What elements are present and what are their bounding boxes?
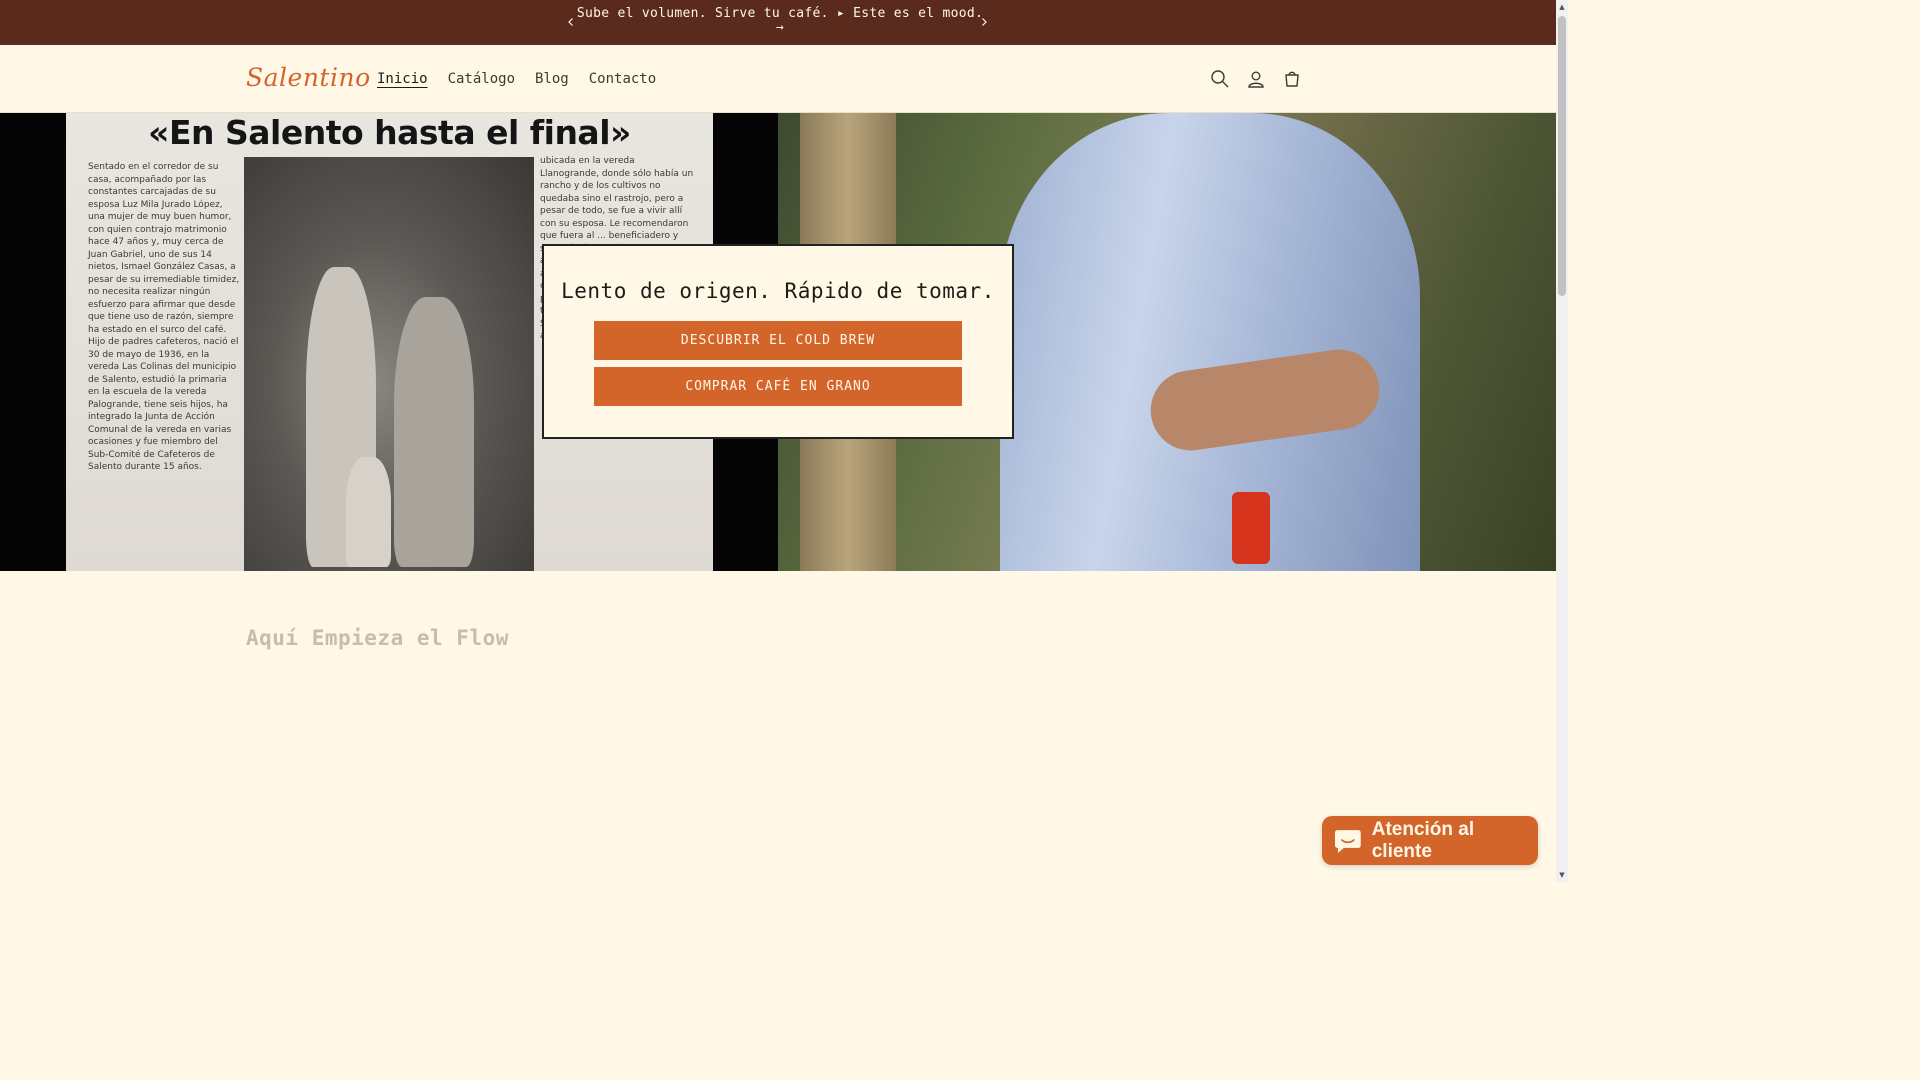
page-scrollbar[interactable]: ▲ ▼ bbox=[1556, 0, 1568, 882]
logo[interactable]: Salentino bbox=[246, 63, 371, 92]
photo-figure bbox=[346, 457, 391, 567]
section-title: Aquí Empieza el Flow bbox=[246, 626, 509, 650]
newspaper-photo bbox=[244, 157, 534, 571]
cart-button[interactable] bbox=[1280, 65, 1304, 93]
announcement-link[interactable]: Sube el volumen. Sirve tu café. ▸ Este e… bbox=[560, 7, 1000, 35]
scroll-up-arrow[interactable]: ▲ bbox=[1556, 0, 1568, 14]
cart-icon bbox=[1285, 71, 1299, 87]
hero-content-box: Lento de origen. Rápido de tomar. DESCUB… bbox=[542, 244, 1014, 439]
search-button[interactable] bbox=[1208, 65, 1232, 93]
nav-blog[interactable]: Blog bbox=[535, 71, 569, 87]
nav-contacto[interactable]: Contacto bbox=[589, 71, 656, 87]
chat-bubble-icon bbox=[1334, 829, 1361, 853]
chat-label: Atención al cliente bbox=[1371, 818, 1475, 862]
account-icon bbox=[1248, 71, 1264, 88]
hero-farmer bbox=[1000, 113, 1420, 571]
account-button[interactable] bbox=[1244, 65, 1268, 93]
search-icon bbox=[1211, 70, 1229, 88]
arrow-right-icon: → bbox=[775, 20, 785, 35]
scrollbar-thumb[interactable] bbox=[1558, 16, 1566, 296]
nav-catalogo[interactable]: Catálogo bbox=[448, 71, 515, 87]
newspaper-headline: «En Salento hasta el final» bbox=[148, 113, 631, 152]
header-icons bbox=[1208, 65, 1304, 93]
newspaper-column-left: Sentado en el corredor de su casa, acomp… bbox=[88, 162, 240, 472]
nav-inicio[interactable]: Inicio bbox=[377, 71, 428, 87]
photo-figure bbox=[394, 297, 474, 567]
hero-title: Lento de origen. Rápido de tomar. bbox=[561, 279, 995, 303]
announcement-bar: Sube el volumen. Sirve tu café. ▸ Este e… bbox=[0, 0, 1556, 45]
hero-red-tool bbox=[1232, 492, 1270, 564]
customer-service-chat-button[interactable]: Atención al cliente bbox=[1322, 816, 1538, 865]
main-nav: Inicio Catálogo Blog Contacto bbox=[377, 71, 676, 87]
cold-brew-button[interactable]: DESCUBRIR EL COLD BREW bbox=[594, 321, 962, 360]
chevron-right-icon bbox=[982, 18, 987, 26]
buy-beans-button[interactable]: COMPRAR CAFÉ EN GRANO bbox=[594, 367, 962, 406]
scroll-down-arrow[interactable]: ▼ bbox=[1556, 868, 1568, 882]
site-header: Salentino Inicio Catálogo Blog Contacto bbox=[0, 45, 1556, 113]
announcement-text: Sube el volumen. Sirve tu café. ▸ Este e… bbox=[576, 6, 984, 21]
announcement-next-button[interactable] bbox=[972, 10, 996, 34]
